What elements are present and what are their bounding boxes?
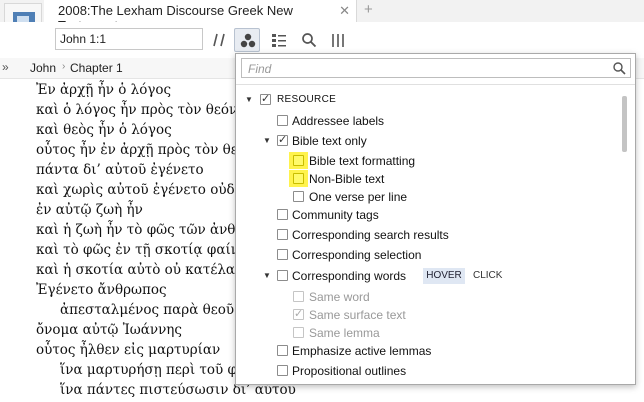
divider — [236, 84, 635, 85]
option-label: Community tags — [292, 208, 379, 222]
close-icon[interactable]: ✕ — [339, 3, 350, 19]
option-label: One verse per line — [309, 190, 408, 204]
text-line: ἐν αὐτῷ ζωὴ ἦν — [36, 202, 143, 218]
option-label: Same word — [309, 290, 370, 304]
columns-icon — [332, 34, 344, 47]
option-label: Same surface text — [309, 308, 406, 322]
checkbox[interactable] — [293, 191, 304, 202]
option-label: Emphasize active lemmas — [292, 344, 432, 358]
tab-bar: 2008:The Lexham Discourse Greek New Test… — [0, 0, 644, 33]
breadcrumb-book[interactable]: John — [30, 61, 56, 75]
find-placeholder: Find — [248, 62, 272, 76]
visual-filters-panel: Find ▼ RESOURCE Addressee labels ▼ Bible… — [235, 53, 636, 385]
click-label[interactable]: CLICK — [473, 270, 502, 281]
text-line: ἵνα μαρτυρήσῃ περὶ τοῦ φ — [60, 362, 237, 378]
option-label: Bible text only — [292, 134, 367, 148]
breadcrumb-separator: › — [62, 61, 66, 72]
checkbox[interactable] — [293, 173, 304, 184]
option-label: Addressee labels — [292, 114, 385, 128]
text-line: καὶ τὸ φῶς ἐν τῇ σκοτίᾳ φαίνε — [36, 242, 246, 258]
list-icon — [272, 34, 286, 47]
text-line: καὶ ἡ ζωὴ ἦν τὸ φῶς τῶν ἀνθρ — [36, 222, 244, 238]
option-label: Corresponding words — [292, 269, 407, 283]
expand-arrow-icon[interactable]: » — [2, 60, 9, 74]
text-line: καὶ ἡ σκοτία αὐτὸ οὐ κατέλαβ — [36, 262, 243, 278]
checkbox[interactable] — [277, 345, 288, 356]
checkbox[interactable] — [260, 92, 271, 105]
checkbox[interactable] — [277, 133, 288, 146]
reference-input[interactable]: John 1:1 — [55, 28, 203, 50]
checkbox — [293, 327, 304, 338]
expand-triangle-icon[interactable]: ▼ — [263, 271, 271, 280]
checkbox[interactable] — [277, 115, 288, 126]
option-label: Corresponding search results — [292, 228, 449, 242]
option-label: Propositional outlines — [292, 364, 407, 378]
text-line: ὄνομα αὐτῷ Ἰωάννης — [36, 322, 182, 338]
search-icon — [613, 62, 626, 75]
breadcrumb-chapter[interactable]: Chapter 1 — [70, 61, 123, 75]
parallel-resources-button[interactable] — [207, 28, 233, 52]
columns-button[interactable] — [325, 28, 351, 52]
expand-triangle-icon[interactable]: ▼ — [245, 95, 253, 104]
checkbox — [293, 291, 304, 302]
search-button[interactable] — [296, 28, 322, 52]
checkbox[interactable] — [277, 229, 288, 240]
inline-list-button[interactable] — [266, 28, 292, 52]
hover-badge[interactable]: HOVER — [423, 268, 465, 284]
text-line: καὶ ὁ λόγος ἦν πρὸς τὸν θεόν — [36, 102, 238, 118]
text-line: Ἐν ἀρχῇ ἦν ὁ λόγος — [36, 82, 172, 98]
parallel-icon — [213, 33, 225, 47]
expand-triangle-icon[interactable]: ▼ — [263, 136, 271, 145]
text-line: πάντα δι’ αὐτοῦ ἐγένετο — [36, 162, 204, 178]
text-line: Ἐγένετο ἄνθρωπος — [36, 282, 167, 298]
option-label: Corresponding selection — [292, 248, 422, 262]
text-line: ἀπεσταλμένος παρὰ θεοῦ — [60, 302, 235, 318]
option-label: Same lemma — [309, 326, 380, 340]
search-icon — [302, 33, 317, 48]
add-tab-icon[interactable]: + — [364, 1, 373, 18]
text-line: οὗτος ἦν ἐν ἀρχῇ πρὸς τὸν θε — [36, 142, 238, 158]
checkbox — [293, 307, 304, 320]
find-input[interactable]: Find — [241, 58, 631, 78]
scrollbar[interactable] — [622, 96, 627, 152]
checkbox[interactable] — [277, 365, 288, 376]
checkbox[interactable] — [277, 270, 288, 281]
checkbox[interactable] — [277, 209, 288, 220]
visual-filters-icon — [240, 33, 256, 48]
option-label: Non-Bible text — [309, 172, 385, 186]
tab-lexham-discourse-gnt[interactable]: 2008:The Lexham Discourse Greek New Test… — [44, 0, 357, 33]
option-label: RESOURCE — [277, 94, 337, 105]
visual-filters-button[interactable] — [234, 28, 260, 52]
checkbox[interactable] — [293, 155, 304, 166]
option-label: Bible text formatting — [309, 154, 416, 168]
text-line: καὶ χωρὶς αὐτοῦ ἐγένετο οὐδὲ — [36, 182, 242, 198]
text-line: καὶ θεὸς ἦν ὁ λόγος — [36, 122, 172, 138]
checkbox[interactable] — [277, 249, 288, 260]
text-line: οὗτος ἦλθεν εἰς μαρτυρίαν — [36, 342, 221, 358]
